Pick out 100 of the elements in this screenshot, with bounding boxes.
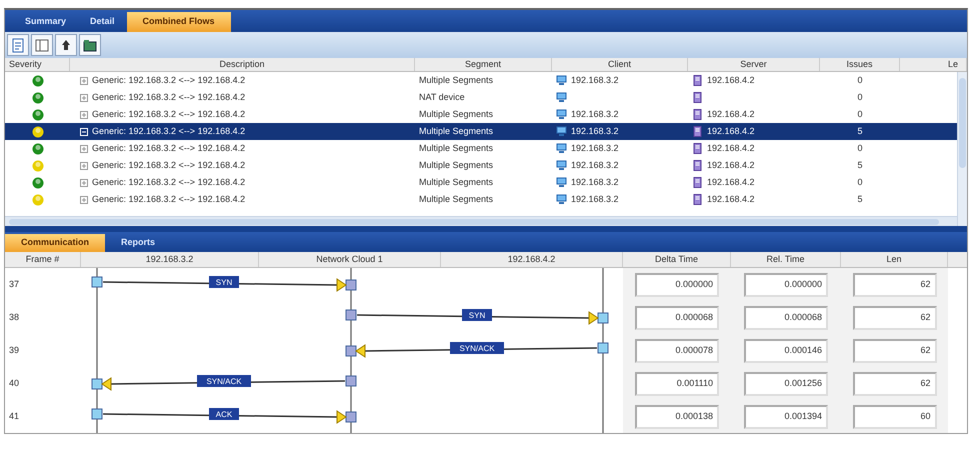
- toolbar-button[interactable]: [31, 34, 53, 56]
- table-cell-text: 0: [857, 74, 862, 87]
- value-field: 0.000068: [635, 306, 719, 330]
- tab[interactable]: Detail: [78, 12, 127, 32]
- host-icon: [92, 378, 102, 390]
- column-header[interactable]: Server: [688, 58, 820, 71]
- table-row[interactable]: Generic: 192.168.3.2 <--> 192.168.4.2 Multiple Segments 192.168.3.2 192.168.4.2 0: [5, 72, 957, 89]
- table-row[interactable]: Generic: 192.168.3.2 <--> 192.168.4.2 Multiple Segments 192.168.3.2 192.168.4.2 0: [5, 140, 957, 157]
- tab[interactable]: Combined Flows: [126, 12, 231, 32]
- host-icon: [92, 408, 102, 420]
- server-icon: [692, 126, 703, 137]
- table-cell-text: Multiple Segments: [418, 142, 494, 155]
- table-cell-text: 192.168.3.2: [571, 142, 619, 155]
- computer-icon: [556, 143, 567, 154]
- table-cell-text: 192.168.4.2: [707, 158, 755, 172]
- host-icon: [346, 412, 356, 422]
- table-cell-text: 0: [857, 176, 862, 189]
- table-cell-text: 192.168.3.2: [571, 158, 619, 172]
- value-field: 0.000146: [744, 338, 828, 362]
- table-cell-text: 192.168.4.2: [707, 74, 755, 87]
- column-header[interactable]: Rel. Time: [731, 252, 841, 267]
- computer-icon: [556, 160, 567, 171]
- tab[interactable]: Reports: [105, 234, 172, 252]
- description-text: Generic: 192.168.3.2 <--> 192.168.4.2: [92, 158, 246, 172]
- column-header[interactable]: Client: [552, 58, 688, 71]
- description-text: Generic: 192.168.3.2 <--> 192.168.4.2: [92, 108, 246, 121]
- host-icon: [92, 276, 102, 288]
- table-cell-text: Multiple Segments: [418, 176, 494, 189]
- table-row[interactable]: Generic: 192.168.3.2 <--> 192.168.4.2 NAT device 0: [5, 89, 957, 106]
- table-cell-text: Multiple Segments: [418, 192, 494, 206]
- frame-number: 40: [9, 376, 20, 390]
- tab[interactable]: Communication: [5, 234, 106, 252]
- table-cell-text: 192.168.3.2: [571, 74, 619, 87]
- column-header[interactable]: Description: [70, 58, 415, 71]
- table-cell-text: Multiple Segments: [418, 158, 494, 172]
- value-field: 62: [852, 272, 936, 296]
- description-text: Generic: 192.168.3.2 <--> 192.168.4.2: [92, 192, 246, 206]
- server-icon: [692, 160, 703, 171]
- toolbar-button[interactable]: [55, 34, 77, 56]
- frame-number: 37: [9, 278, 20, 291]
- table-cell-text: 5: [857, 192, 862, 206]
- horizontal-scrollbar[interactable]: [5, 216, 957, 226]
- message-label: SYN/ACK: [197, 375, 251, 387]
- column-header[interactable]: Delta Time: [623, 252, 731, 267]
- table-cell-text: 0: [857, 142, 862, 155]
- column-header[interactable]: Network Cloud 1: [259, 252, 441, 267]
- value-field: 0.001110: [635, 372, 719, 396]
- column-header[interactable]: Issues: [820, 58, 900, 71]
- server-icon: [692, 194, 703, 205]
- table-row[interactable]: Generic: 192.168.3.2 <--> 192.168.4.2 Multiple Segments 192.168.3.2 192.168.4.2 0: [5, 106, 957, 123]
- value-field: 0.000068: [744, 306, 828, 330]
- value-field: 0.000078: [635, 338, 719, 362]
- table-cell-text: 192.168.4.2: [707, 108, 755, 121]
- column-header[interactable]: Frame #: [5, 252, 81, 267]
- computer-icon: [556, 109, 567, 120]
- message-label: SYN/ACK: [450, 342, 504, 354]
- folder-icon: [82, 37, 98, 53]
- table-row[interactable]: Generic: 192.168.3.2 <--> 192.168.4.2 Multiple Segments 192.168.3.2 192.168.4.2 5: [5, 123, 957, 140]
- toolbar-button[interactable]: [79, 34, 101, 56]
- column-header[interactable]: 192.168.3.2: [81, 252, 259, 267]
- column-header[interactable]: 192.168.4.2: [441, 252, 623, 267]
- table-row[interactable]: Generic: 192.168.3.2 <--> 192.168.4.2 Multiple Segments 192.168.3.2 192.168.4.2 5: [5, 191, 957, 208]
- host-icon: [346, 310, 356, 320]
- computer-icon: [556, 194, 567, 205]
- description-text: Generic: 192.168.3.2 <--> 192.168.4.2: [92, 176, 246, 189]
- table-row[interactable]: Generic: 192.168.3.2 <--> 192.168.4.2 Multiple Segments 192.168.3.2 192.168.4.2 0: [5, 174, 957, 191]
- columns-icon: [34, 37, 50, 53]
- column-header[interactable]: Segment: [415, 58, 552, 71]
- server-icon: [692, 109, 703, 120]
- value-field: 0.000000: [635, 272, 719, 296]
- message-label: SYN: [209, 276, 239, 288]
- value-field: 0.000138: [635, 404, 719, 428]
- vertical-scrollbar[interactable]: [957, 72, 967, 226]
- table-cell-text: 0: [857, 90, 862, 104]
- toolbar-button[interactable]: [7, 34, 29, 56]
- host-icon: [346, 346, 356, 356]
- column-header[interactable]: Severity: [5, 58, 70, 71]
- value-field: 0.000000: [744, 272, 828, 296]
- host-icon: [346, 280, 356, 290]
- value-field: 62: [852, 372, 936, 396]
- tab[interactable]: Summary: [13, 12, 78, 32]
- host-icon: [598, 312, 608, 324]
- message-label: ACK: [209, 408, 239, 420]
- description-text: Generic: 192.168.3.2 <--> 192.168.4.2: [92, 124, 246, 138]
- frame-number: 38: [9, 310, 20, 324]
- frame-number: 41: [9, 410, 20, 423]
- table-cell-text: NAT device: [418, 90, 466, 104]
- column-header[interactable]: Le: [900, 58, 967, 71]
- frame-number: 39: [9, 344, 20, 357]
- table-cell-text: Multiple Segments: [418, 124, 494, 138]
- computer-icon: [556, 177, 567, 188]
- column-header[interactable]: Len: [841, 252, 948, 267]
- table-cell-text: 192.168.4.2: [707, 192, 755, 206]
- table-cell-text: 192.168.4.2: [707, 142, 755, 155]
- table-cell-text: 192.168.3.2: [571, 176, 619, 189]
- table-cell-text: 192.168.4.2: [707, 124, 755, 138]
- table-row[interactable]: Generic: 192.168.3.2 <--> 192.168.4.2 Multiple Segments 192.168.3.2 192.168.4.2 5: [5, 157, 957, 174]
- server-icon: [692, 92, 703, 103]
- table-cell-text: Multiple Segments: [418, 74, 494, 87]
- value-field: 62: [852, 338, 936, 362]
